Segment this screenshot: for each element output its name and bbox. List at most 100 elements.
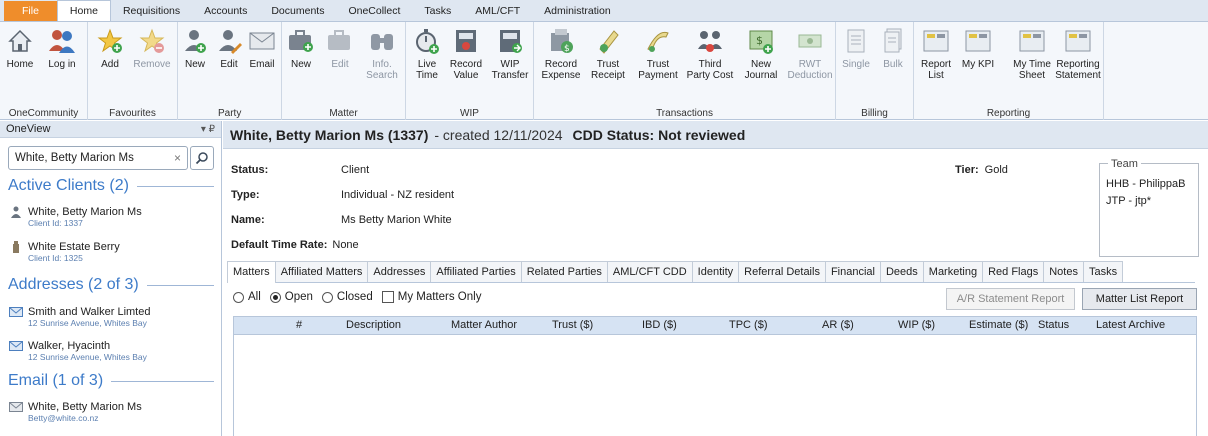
column-header[interactable]: # [296, 319, 302, 331]
column-header[interactable]: Estimate ($) [969, 319, 1028, 331]
my-matters-only-checkbox[interactable]: My Matters Only [381, 291, 481, 303]
menu-file[interactable]: File [4, 1, 57, 21]
cdd-status: CDD Status: Not reviewed [572, 126, 746, 143]
bulk-bill-button[interactable]: Bulk [876, 26, 910, 70]
tab-marketing[interactable]: Marketing [922, 261, 984, 282]
list-item[interactable]: White Estate Berry Client Id: 1325 [9, 241, 214, 263]
my-kpi-button[interactable]: My KPI [958, 26, 998, 70]
ribbon-group-matter: New Edit Info. Search Matter [282, 22, 406, 120]
type-value: Individual - NZ resident [341, 189, 455, 201]
info-search-button[interactable]: Info. Search [362, 26, 402, 81]
new-party-button[interactable]: New [182, 26, 208, 70]
oneview-search-input[interactable]: White, Betty Marion Ms × [8, 146, 188, 170]
column-header[interactable]: Trust ($) [552, 319, 593, 331]
record-expense-button[interactable]: $ Record Expense [538, 26, 584, 81]
menu-accounts[interactable]: Accounts [192, 1, 259, 21]
rwt-deduction-button[interactable]: RWT Deduction [786, 26, 834, 81]
menu-requisitions[interactable]: Requisitions [111, 1, 192, 21]
tab-financial[interactable]: Financial [824, 261, 881, 282]
list-item[interactable]: Walker, Hyacinth 12 Sunrise Avenue, Whit… [9, 340, 214, 362]
column-header[interactable]: TPC ($) [729, 319, 768, 331]
ribbon: Home Log in OneCommunity Add Remove Favo… [0, 22, 1208, 120]
menu-administration[interactable]: Administration [532, 1, 623, 21]
home-icon [5, 26, 35, 56]
new-journal-button[interactable]: $ New Journal [738, 26, 784, 81]
column-header[interactable]: Status [1038, 319, 1069, 331]
edit-matter-button[interactable]: Edit [326, 26, 354, 70]
tier-value: Gold [984, 164, 1008, 176]
rate-row: Default Time Rate: None [231, 239, 359, 251]
menu-documents[interactable]: Documents [259, 1, 336, 21]
report-icon [921, 26, 951, 56]
tab-notes[interactable]: Notes [1043, 261, 1084, 282]
tab-tasks[interactable]: Tasks [1082, 261, 1124, 282]
section-active-clients[interactable]: Active Clients (2) [8, 177, 214, 195]
tab-addresses[interactable]: Addresses [367, 261, 432, 282]
ribbon-group-label: OneCommunity [8, 108, 79, 119]
tab-deeds[interactable]: Deeds [879, 261, 924, 282]
menu-amlcft[interactable]: AML/CFT [463, 1, 532, 21]
column-header[interactable]: Latest Archive [1096, 319, 1165, 331]
column-header[interactable]: IBD ($) [642, 319, 677, 331]
remove-favourite-button[interactable]: Remove [130, 26, 174, 70]
single-bill-button[interactable]: Single [840, 26, 872, 70]
tier: Tier: Gold [955, 164, 1008, 176]
trust-payment-icon [643, 26, 673, 56]
list-item[interactable]: White, Betty Marion Ms Client Id: 1337 [9, 206, 214, 228]
pin-icon[interactable]: ▾ ₽ [201, 124, 215, 135]
matter-list-report-button[interactable]: Matter List Report [1082, 288, 1197, 310]
search-button[interactable] [190, 146, 214, 170]
matters-grid[interactable]: # Description Matter Author Trust ($) IB… [233, 316, 1197, 436]
tab-aml-cft-cdd[interactable]: AML/CFT CDD [606, 261, 693, 282]
ribbon-group-onecommunity: Home Log in OneCommunity [0, 22, 88, 120]
menu-tasks[interactable]: Tasks [412, 1, 463, 21]
report-list-button[interactable]: Report List [918, 26, 954, 81]
trust-receipt-button[interactable]: Trust Receipt [586, 26, 630, 81]
column-header[interactable]: Description [346, 319, 401, 331]
wip-transfer-button[interactable]: WIP Transfer [490, 26, 530, 81]
tab-affiliated-matters[interactable]: Affiliated Matters [274, 261, 369, 282]
section-addresses[interactable]: Addresses (2 of 3) [8, 276, 214, 294]
binoculars-icon [367, 26, 397, 56]
my-time-sheet-button[interactable]: My Time Sheet [1010, 26, 1054, 81]
tab-identity[interactable]: Identity [691, 261, 740, 282]
log-in-button[interactable]: Log in [40, 26, 84, 70]
third-party-cost-button[interactable]: Third Party Cost [684, 26, 736, 81]
list-item[interactable]: White, Betty Marion Ms Betty@white.co.nz [9, 401, 214, 423]
kpi-icon [963, 26, 993, 56]
tab-referral-details[interactable]: Referral Details [738, 261, 826, 282]
envelope-icon [9, 340, 23, 352]
tab-matters[interactable]: Matters [227, 261, 276, 283]
column-header[interactable]: Matter Author [451, 319, 517, 331]
trust-payment-button[interactable]: Trust Payment [634, 26, 682, 81]
menu-home[interactable]: Home [56, 0, 111, 21]
ar-statement-report-button[interactable]: A/R Statement Report [946, 288, 1075, 310]
edit-party-button[interactable]: Edit [216, 26, 242, 70]
tab-related-parties[interactable]: Related Parties [520, 261, 608, 282]
reporting-statement-button[interactable]: Reporting Statement [1054, 26, 1102, 81]
statement-icon [1063, 26, 1093, 56]
new-matter-button[interactable]: New [286, 26, 316, 70]
filter-closed-radio[interactable]: Closed [321, 291, 373, 303]
tab-affiliated-parties[interactable]: Affiliated Parties [430, 261, 522, 282]
tab-strip: Matters Affiliated Matters Addresses Aff… [227, 261, 1195, 283]
live-time-button[interactable]: Live Time [412, 26, 442, 81]
tab-red-flags[interactable]: Red Flags [982, 261, 1045, 282]
person-edit-icon [214, 26, 244, 56]
email-icon [9, 401, 23, 413]
clear-icon[interactable]: × [174, 151, 181, 165]
filter-open-radio[interactable]: Open [269, 291, 313, 303]
column-header[interactable]: WIP ($) [898, 319, 935, 331]
grid-header: # Description Matter Author Trust ($) IB… [234, 317, 1196, 335]
status-value: Client [341, 164, 370, 176]
filter-all-radio[interactable]: All [233, 291, 261, 303]
column-header[interactable]: AR ($) [822, 319, 854, 331]
section-email[interactable]: Email (1 of 3) [8, 372, 214, 390]
email-party-button[interactable]: Email [246, 26, 278, 70]
add-favourite-button[interactable]: Add [92, 26, 128, 70]
home-button[interactable]: Home [4, 26, 36, 70]
party-name: White, Betty Marion Ms (1337) [230, 126, 429, 143]
list-item[interactable]: Smith and Walker Limted 12 Sunrise Avenu… [9, 306, 214, 328]
record-value-button[interactable]: Record Value [448, 26, 484, 81]
menu-onecollect[interactable]: OneCollect [336, 1, 412, 21]
